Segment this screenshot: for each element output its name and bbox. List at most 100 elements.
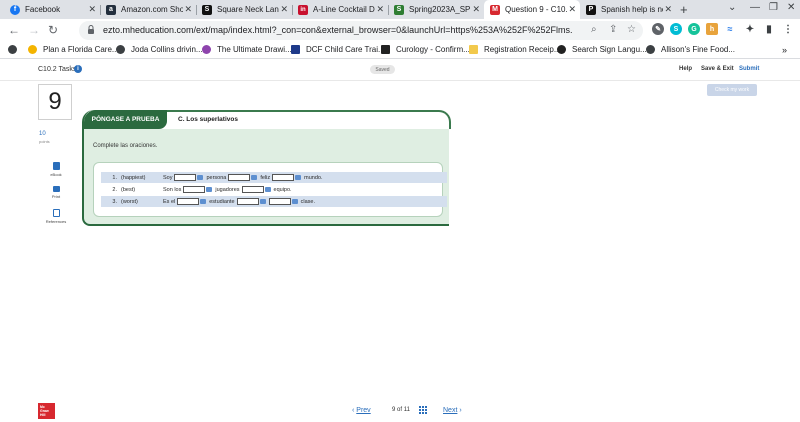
sentence-text: feliz [260, 174, 271, 181]
answer-input[interactable] [183, 186, 206, 193]
points-label: points [39, 139, 50, 144]
exercise-row: 3. (worst) Es el estudiante clase. [101, 196, 447, 207]
close-icon[interactable]: ✕ [568, 4, 576, 15]
tab-square-neck[interactable]: S Square Neck Lant ✕ [196, 0, 292, 19]
bookmark-label: Registration Receip... [484, 45, 561, 54]
tab-spring2023[interactable]: S Spring2023A_SPN ✕ [388, 0, 484, 19]
bookmark-favicon-icon [116, 45, 125, 54]
keyboard-icon[interactable] [259, 199, 266, 204]
prev-button[interactable]: ‹ Prev [352, 407, 371, 414]
tab-facebook[interactable]: f Facebook ✕ [4, 0, 100, 19]
close-icon[interactable]: ✕ [184, 4, 192, 15]
tab-title: Amazon.com Sho [121, 5, 183, 14]
bookmark-item[interactable]: Joda Collins drivin... [116, 45, 203, 54]
restore-icon[interactable]: ❐ [769, 2, 778, 13]
row-hint: (happiest) [121, 174, 146, 181]
share-icon[interactable]: ⇪ [609, 24, 617, 35]
side-panel-icon[interactable]: ▮ [763, 23, 775, 35]
new-tab-plus-icon[interactable]: + [680, 2, 688, 17]
mheducation-icon: M [490, 4, 500, 15]
bookmark-item[interactable]: Plan a Florida Care... [28, 45, 119, 54]
bookmark-favicon-icon [646, 45, 655, 54]
activity-tag: PÓNGASE A PRUEBA [84, 110, 167, 129]
bookmark-label: Curology - Confirm... [396, 45, 470, 54]
keyboard-icon[interactable] [264, 187, 271, 192]
answer-input[interactable] [236, 198, 259, 205]
bookmark-item[interactable]: Search Sign Langu... [557, 45, 647, 54]
answer-input[interactable] [228, 174, 251, 181]
save-exit-link[interactable]: Save & Exit [701, 66, 734, 72]
question-map-grid-icon[interactable] [419, 406, 427, 414]
bookmark-item[interactable]: Registration Receip... [469, 45, 560, 54]
close-icon[interactable]: ✕ [376, 4, 384, 15]
checkmark-extension-icon[interactable]: ≈ [724, 23, 736, 35]
answer-input[interactable] [174, 174, 197, 181]
keyboard-icon[interactable] [200, 199, 207, 204]
bookmark-favicon-icon [28, 45, 37, 54]
references-button[interactable]: References [40, 209, 72, 224]
forward-arrow-icon[interactable]: → [28, 23, 40, 37]
print-button[interactable]: Print [40, 186, 72, 199]
apps-icon[interactable] [8, 45, 17, 54]
reload-icon[interactable]: ↻ [48, 23, 58, 37]
next-button[interactable]: Next › [443, 407, 462, 414]
bookmark-item[interactable]: The Ultimate Drawi... [202, 45, 292, 54]
bookmark-item[interactable]: DCF Child Care Trai... [291, 45, 385, 54]
extensions-puzzle-icon[interactable]: ✦ [744, 23, 756, 35]
back-arrow-icon[interactable]: ← [8, 23, 20, 37]
answer-input[interactable] [241, 186, 264, 193]
keyboard-icon[interactable] [251, 175, 258, 180]
close-icon[interactable]: ✕ [88, 4, 96, 15]
exercise-row: 2. (best) Son los jugadores equipo. [101, 184, 447, 195]
check-my-work-button[interactable]: Check my work [707, 84, 757, 96]
tab-question-9[interactable]: M Question 9 - C10.2 ✕ [484, 0, 580, 19]
sentence-text: Soy [163, 174, 173, 181]
tab-search-chevron-icon[interactable]: ⌄ [728, 2, 736, 13]
close-icon[interactable]: ✕ [664, 4, 672, 15]
keyboard-icon[interactable] [206, 187, 213, 192]
answer-input[interactable] [268, 198, 291, 205]
submit-link[interactable]: Submit [739, 66, 759, 72]
amazon-icon: a [106, 4, 116, 15]
syllabus-icon: S [394, 4, 404, 15]
keyboard-icon[interactable] [295, 175, 302, 180]
window-close-icon[interactable]: ✕ [787, 2, 795, 13]
bookmark-favicon-icon [469, 45, 478, 54]
menu-kebab-icon[interactable]: ⋮ [782, 23, 794, 35]
sentence-text: Es el [163, 198, 176, 205]
keyboard-icon[interactable] [291, 199, 298, 204]
answer-input[interactable] [177, 198, 200, 205]
minimize-icon[interactable]: — [750, 2, 760, 13]
bookmark-label: Search Sign Langu... [572, 45, 647, 54]
next-label: Next [443, 407, 458, 414]
close-icon[interactable]: ✕ [280, 4, 288, 15]
zoom-icon[interactable]: ⌕ [591, 24, 597, 35]
row-number: 2. [112, 186, 117, 193]
mcgraw-hill-logo: Mc Graw Hill [38, 403, 55, 419]
points-value: 10 [39, 131, 46, 137]
bookmark-item[interactable]: Allison's Fine Food... [646, 45, 735, 54]
address-bar[interactable]: ezto.mheducation.com/ext/map/index.html?… [79, 21, 643, 40]
sentence-text: estudiante [209, 198, 235, 205]
help-link[interactable]: Help [679, 66, 692, 72]
tab-title: Square Neck Lant [217, 5, 279, 14]
close-icon[interactable]: ✕ [472, 4, 480, 15]
skype-extension-icon[interactable]: S [670, 23, 682, 35]
grammarly-extension-icon[interactable]: G [688, 23, 700, 35]
tab-title: A-Line Cocktail Dr [313, 5, 375, 14]
tab-a-line-cocktail[interactable]: in A-Line Cocktail Dr ✕ [292, 0, 388, 19]
eyedropper-extension-icon[interactable]: ✎ [652, 23, 664, 35]
keyboard-icon[interactable] [197, 175, 204, 180]
answer-input[interactable] [272, 174, 295, 181]
bookmark-item[interactable]: Curology - Confirm... [381, 45, 470, 54]
bookmark-star-icon[interactable]: ☆ [627, 24, 636, 35]
info-icon[interactable]: i [74, 65, 82, 73]
browser-tab-strip: f Facebook ✕ a Amazon.com Sho ✕ S Square… [0, 0, 800, 19]
tab-spanish-help[interactable]: P Spanish help is ne ✕ [580, 0, 676, 19]
ebook-button[interactable]: eBook [40, 162, 72, 177]
bookmarks-overflow-button[interactable]: » [782, 45, 787, 55]
bookmark-favicon-icon [557, 45, 566, 54]
honey-extension-icon[interactable]: h [706, 23, 718, 35]
sentence-text: persona [206, 174, 227, 181]
tab-amazon[interactable]: a Amazon.com Sho ✕ [100, 0, 196, 19]
